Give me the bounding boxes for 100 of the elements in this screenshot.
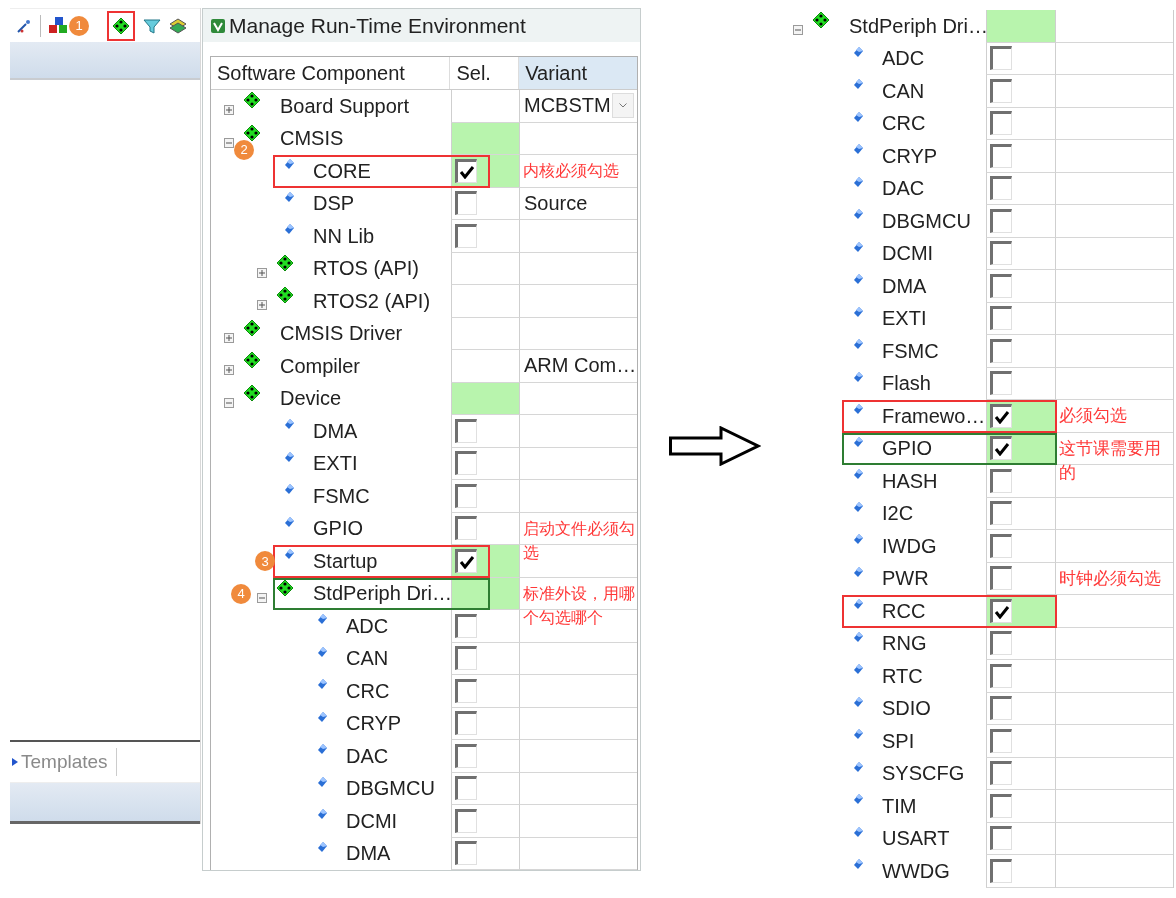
component-name[interactable]: Compiler	[280, 354, 361, 378]
checkbox[interactable]	[990, 728, 1012, 753]
checkbox[interactable]	[990, 273, 1012, 298]
component-name[interactable]: RTOS (API)	[313, 257, 419, 281]
component-name[interactable]: RTOS2 (API)	[313, 289, 431, 313]
checkbox[interactable]	[990, 826, 1012, 851]
checkbox[interactable]	[455, 808, 477, 833]
funnel-icon[interactable]	[143, 17, 161, 34]
component-name[interactable]: DMA	[346, 842, 391, 866]
checkbox[interactable]	[990, 143, 1012, 168]
component-name[interactable]: StdPeriph Dri…	[849, 14, 988, 38]
checkbox[interactable]	[990, 306, 1012, 331]
checkbox[interactable]	[990, 436, 1012, 461]
expand-icon[interactable]	[224, 105, 234, 116]
component-name[interactable]: CMSIS Driver	[280, 322, 403, 346]
checkbox[interactable]	[455, 711, 477, 736]
component-name[interactable]: DBGMCU	[882, 209, 971, 233]
checkbox[interactable]	[990, 468, 1012, 493]
checkbox[interactable]	[990, 78, 1012, 103]
component-name[interactable]: DAC	[882, 177, 925, 201]
checkbox[interactable]	[455, 646, 477, 671]
checkbox[interactable]	[455, 483, 477, 508]
component-name[interactable]: CRC	[346, 679, 390, 703]
component-name[interactable]: DSP	[313, 192, 355, 216]
checkbox[interactable]	[455, 223, 477, 248]
expand-icon[interactable]	[224, 332, 234, 343]
checkbox[interactable]	[455, 613, 477, 638]
component-name[interactable]: SYSCFG	[882, 762, 965, 786]
checkbox[interactable]	[455, 418, 477, 443]
checkbox[interactable]	[990, 241, 1012, 266]
component-name[interactable]: CORE	[313, 159, 371, 183]
component-name[interactable]: DBGMCU	[346, 777, 435, 801]
checkbox[interactable]	[990, 761, 1012, 786]
diamond-icon[interactable]	[113, 17, 129, 34]
component-name[interactable]: EXTI	[882, 307, 927, 331]
component-name[interactable]: GPIO	[313, 517, 363, 541]
checkbox[interactable]	[990, 176, 1012, 201]
component-name[interactable]: EXTI	[313, 452, 358, 476]
component-name[interactable]: Board Support	[280, 94, 409, 118]
checkbox[interactable]	[990, 338, 1012, 363]
checkbox[interactable]	[455, 516, 477, 541]
component-name[interactable]: FSMC	[313, 484, 370, 508]
component-name[interactable]: CRYP	[882, 144, 938, 168]
checkbox[interactable]	[455, 191, 477, 216]
component-name[interactable]: DMA	[882, 274, 927, 298]
component-name[interactable]: CRC	[882, 112, 926, 136]
component-name[interactable]: ADC	[346, 614, 389, 638]
component-name[interactable]: CAN	[882, 79, 925, 103]
checkbox[interactable]	[990, 696, 1012, 721]
checkbox[interactable]	[990, 598, 1012, 623]
component-name[interactable]: RTC	[882, 664, 923, 688]
component-name[interactable]: GPIO	[882, 437, 932, 461]
component-name[interactable]: SPI	[882, 729, 915, 753]
component-name[interactable]: Framewo…	[882, 404, 986, 428]
component-name[interactable]: DCMI	[882, 242, 934, 266]
checkbox[interactable]	[990, 403, 1012, 428]
component-name[interactable]: Startup	[313, 549, 378, 573]
expand-icon[interactable]	[224, 365, 234, 376]
checkbox[interactable]	[455, 776, 477, 801]
collapse-icon[interactable]	[257, 592, 267, 603]
component-name[interactable]: StdPeriph Dri…	[313, 582, 452, 606]
component-name[interactable]: USART	[882, 827, 950, 851]
wand-icon[interactable]	[16, 17, 32, 34]
checkbox[interactable]	[990, 208, 1012, 233]
column-header[interactable]: Variant	[519, 57, 637, 89]
checkbox[interactable]	[990, 501, 1012, 526]
checkbox[interactable]	[990, 533, 1012, 558]
checkbox[interactable]	[990, 663, 1012, 688]
component-name[interactable]: Device	[280, 387, 342, 411]
checkbox[interactable]	[990, 793, 1012, 818]
component-name[interactable]: HASH	[882, 469, 938, 493]
collapse-icon[interactable]	[793, 25, 803, 36]
checkbox[interactable]	[990, 858, 1012, 883]
component-name[interactable]: SDIO	[882, 697, 931, 721]
component-name[interactable]: RCC	[882, 599, 926, 623]
component-name[interactable]: DAC	[346, 744, 389, 768]
collapse-icon[interactable]	[224, 397, 234, 408]
checkbox[interactable]	[990, 371, 1012, 396]
column-header[interactable]: Software Component	[211, 57, 451, 89]
component-name[interactable]: I2C	[882, 502, 914, 526]
checkbox[interactable]	[455, 451, 477, 476]
checkbox[interactable]	[455, 678, 477, 703]
collapse-icon[interactable]	[224, 137, 234, 148]
component-name[interactable]: IWDG	[882, 534, 937, 558]
component-name[interactable]: Flash	[882, 372, 931, 396]
checkbox[interactable]	[990, 631, 1012, 656]
expand-icon[interactable]	[257, 300, 267, 311]
checkbox[interactable]	[455, 548, 477, 573]
component-name[interactable]: PWR	[882, 567, 929, 591]
checkbox[interactable]	[990, 566, 1012, 591]
component-name[interactable]: FSMC	[882, 339, 939, 363]
checkbox[interactable]	[990, 46, 1012, 71]
layers-icon[interactable]	[169, 17, 187, 34]
component-name[interactable]: ADC	[882, 47, 925, 71]
component-name[interactable]: RNG	[882, 632, 927, 656]
checkbox[interactable]	[455, 158, 477, 183]
component-name[interactable]: CMSIS	[280, 127, 344, 151]
component-name[interactable]: CRYP	[346, 712, 402, 736]
component-name[interactable]: NN Lib	[313, 224, 375, 248]
component-name[interactable]: TIM	[882, 794, 917, 818]
